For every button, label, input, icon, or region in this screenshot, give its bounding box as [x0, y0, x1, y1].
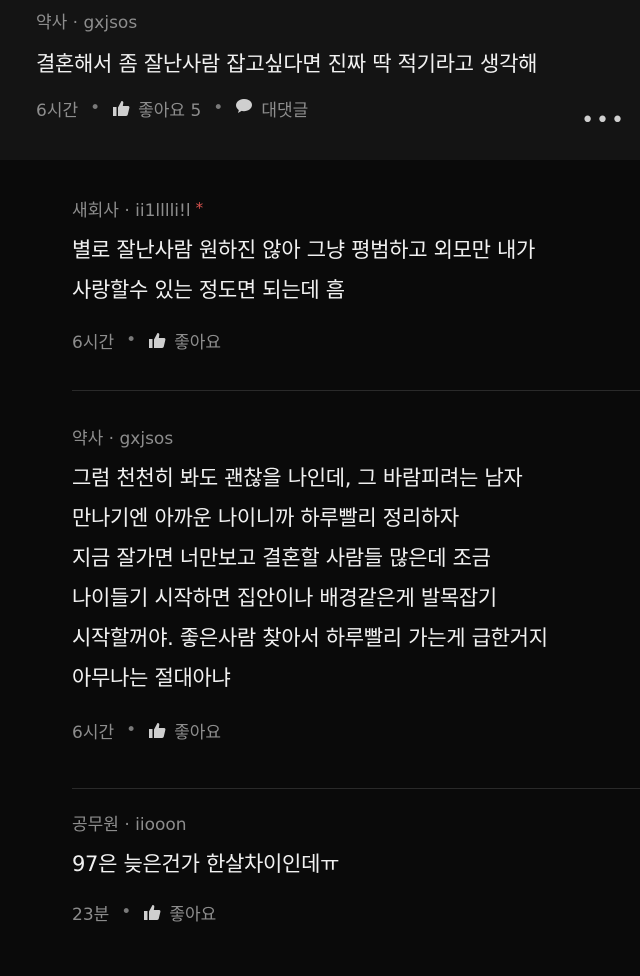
like-label: 좋아요 5	[138, 100, 202, 121]
separator-dot: •	[126, 720, 137, 740]
thumbs-up-icon	[112, 100, 130, 117]
reply-time: 6시간	[72, 722, 115, 743]
reply-author[interactable]: 새회사 · ii1lllli!l	[72, 196, 191, 221]
reply-list: 새회사 · ii1lllli!l * 별로 잘난사람 원하진 않아 그냥 평범하…	[0, 160, 640, 926]
like-label: 좋아요	[174, 722, 222, 743]
top-comment: 약사 · gxjsos 결혼해서 좀 잘난사람 잡고싶다면 진짜 딱 적기라고 …	[0, 0, 640, 160]
comment-time: 6시간	[36, 100, 79, 121]
reply-actions: 6시간 • 좋아요	[72, 716, 640, 744]
comment-actions: 6시간 • 좋아요 5 • 대댓글	[36, 94, 640, 122]
reply-item: 공무원 · iiooon 97은 늦은건가 한살차이인데ㅠ 23분 • 좋아요	[0, 744, 640, 926]
reply-item: 새회사 · ii1lllli!l * 별로 잘난사람 원하진 않아 그냥 평범하…	[0, 160, 640, 354]
more-icon[interactable]: •••	[581, 108, 626, 133]
separator-dot: •	[126, 330, 137, 350]
like-button[interactable]: 좋아요 5	[112, 96, 201, 121]
like-button[interactable]: 좋아요	[143, 900, 216, 925]
reply-author[interactable]: 약사 · gxjsos	[72, 424, 640, 449]
reply-author-line: 새회사 · ii1lllli!l *	[72, 196, 640, 221]
reply-item: 약사 · gxjsos 그럼 천천히 봐도 괜찮을 나인데, 그 바람피려는 남…	[0, 354, 640, 744]
reply-label: 대댓글	[261, 100, 309, 121]
thumbs-up-icon	[148, 332, 166, 349]
speech-bubble-icon	[235, 98, 253, 119]
thumbs-up-icon	[143, 904, 161, 921]
reply-button[interactable]: 대댓글	[235, 96, 308, 121]
like-label: 좋아요	[169, 904, 217, 925]
reply-actions: 23분 • 좋아요	[72, 898, 640, 926]
separator-dot: •	[121, 902, 132, 922]
like-label: 좋아요	[174, 332, 222, 353]
reply-actions: 6시간 • 좋아요	[72, 326, 640, 354]
thumbs-up-icon	[148, 722, 166, 739]
comment-author[interactable]: 약사 · gxjsos	[36, 8, 640, 33]
reply-time: 23분	[72, 904, 110, 925]
separator-dot: •	[213, 98, 224, 118]
reply-author[interactable]: 공무원 · iiooon	[72, 810, 640, 835]
like-button[interactable]: 좋아요	[148, 328, 221, 353]
separator-dot: •	[90, 98, 101, 118]
reply-text: 97은 늦은건가 한살차이인데ㅠ	[72, 852, 340, 876]
star-icon: *	[195, 199, 204, 217]
comment-text: 결혼해서 좀 잘난사람 잡고싶다면 진짜 딱 적기라고 생각해	[36, 52, 538, 76]
like-button[interactable]: 좋아요	[148, 718, 221, 743]
reply-text: 그럼 천천히 봐도 괜찮을 나인데, 그 바람피려는 남자 만나기엔 아까운 나…	[72, 466, 548, 690]
reply-text: 별로 잘난사람 원하진 않아 그냥 평범하고 외모만 내가 사랑할수 있는 정도…	[72, 238, 536, 302]
reply-time: 6시간	[72, 332, 115, 353]
